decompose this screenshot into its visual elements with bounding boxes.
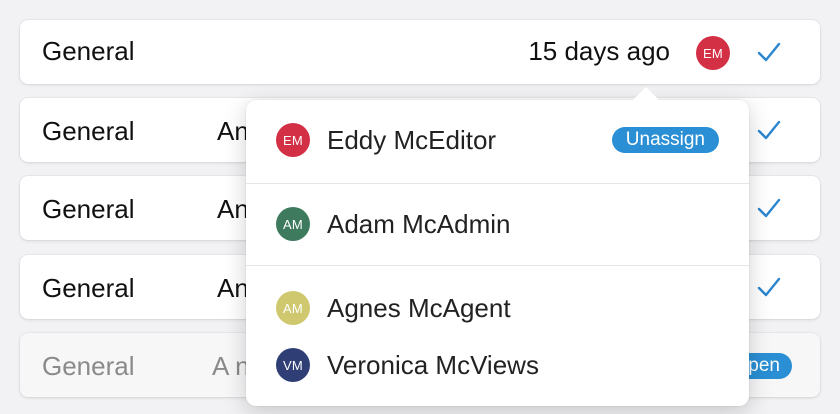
avatar: AM (276, 291, 310, 325)
ticket-timestamp: 15 days ago (528, 36, 670, 66)
assignee-option[interactable]: VM Veronica McViews (276, 345, 539, 385)
ticket-subject: An (217, 116, 249, 146)
avatar: AM (276, 207, 310, 241)
unassign-button[interactable]: Unassign (611, 127, 719, 153)
assignee-option[interactable]: AM Agnes McAgent (276, 288, 511, 328)
assignee-option[interactable]: EM Eddy McEditor (276, 120, 496, 160)
ticket-category: General (42, 273, 135, 303)
ticket-category: General (42, 194, 135, 224)
ticket-category: General (42, 351, 135, 381)
ticket-category: General (42, 36, 135, 66)
check-icon[interactable] (756, 39, 782, 65)
assignee-name: Agnes McAgent (327, 292, 511, 323)
divider (246, 265, 749, 266)
assignee-name: Adam McAdmin (327, 208, 511, 239)
assignee-dropdown: EM Eddy McEditor Unassign AM Adam McAdmi… (246, 87, 749, 406)
check-icon[interactable] (756, 195, 782, 221)
caret-up-icon (632, 87, 660, 101)
ticket-category: General (42, 116, 135, 146)
ticket-subject: An (217, 273, 249, 303)
avatar: VM (276, 348, 310, 382)
check-icon[interactable] (756, 117, 782, 143)
assignee-name: Eddy McEditor (327, 124, 497, 155)
assignee-option[interactable]: AM Adam McAdmin (276, 204, 511, 244)
divider (246, 183, 749, 184)
assignee-name: Veronica McViews (327, 349, 539, 380)
ticket-row[interactable]: General 15 days ago EM (20, 20, 820, 84)
check-icon[interactable] (756, 274, 782, 300)
assignee-avatar[interactable]: EM (696, 36, 730, 70)
avatar: EM (276, 123, 310, 157)
ticket-subject: A n (212, 351, 250, 381)
ticket-subject: An (217, 194, 249, 224)
